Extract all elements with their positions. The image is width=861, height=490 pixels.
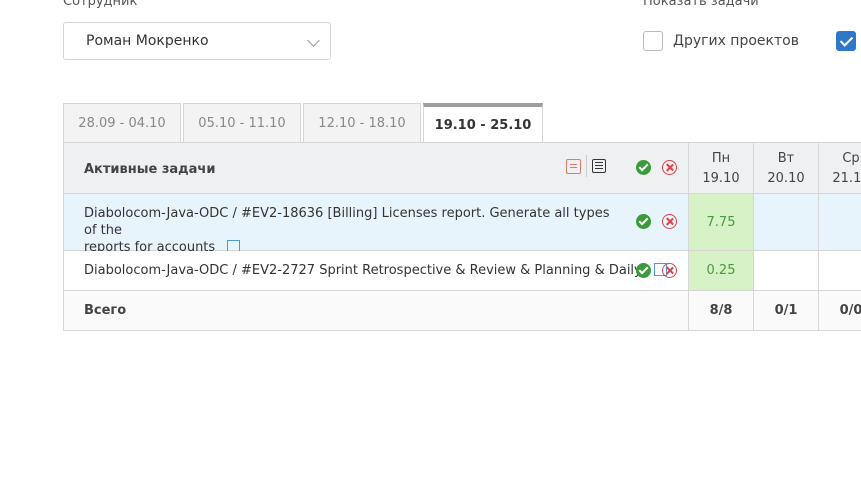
employee-label: Сотрудник — [63, 0, 138, 9]
day-name: Вт — [777, 150, 795, 166]
table-row: Diabolocom-Java-ODC / #EV2-18636 [Billin… — [63, 194, 861, 255]
total-value: 0/0 — [839, 303, 861, 318]
table-header: Активные задачи Пн 19.10 Вт 20.10 Ср 21.… — [63, 142, 861, 194]
active-tasks-title: Активные задачи — [84, 162, 216, 177]
check-icon[interactable] — [636, 214, 651, 229]
check-all-icon[interactable] — [636, 160, 651, 175]
hours-value: 0.25 — [706, 263, 736, 278]
employee-select[interactable]: Роман Мокренко — [63, 22, 331, 60]
total-wed: 0/0 — [818, 291, 861, 330]
totals-row: Всего 8/8 0/1 0/0 — [63, 291, 861, 331]
day-header-mon: Пн 19.10 — [688, 143, 753, 193]
day-date: 21.10 — [832, 170, 861, 186]
check-icon[interactable] — [636, 263, 651, 278]
second-checkbox-checked[interactable] — [836, 31, 856, 51]
hours-cell-tue[interactable] — [753, 251, 818, 290]
employee-select-value: Роман Мокренко — [86, 33, 209, 49]
hours-cell-tue[interactable] — [753, 194, 818, 250]
day-header-tue: Вт 20.10 — [753, 143, 818, 193]
task-title[interactable]: Diabolocom-Java-ODC / #EV2-2727 Sprint R… — [84, 262, 667, 279]
collapse-icon[interactable] — [566, 159, 581, 174]
task-title-line1: Diabolocom-Java-ODC / #EV2-18636 [Billin… — [84, 206, 610, 238]
cancel-all-icon[interactable] — [662, 160, 677, 175]
other-projects-checkbox[interactable] — [643, 31, 663, 51]
tab-week-3[interactable]: 12.10 - 18.10 — [303, 103, 421, 143]
day-header-wed: Ср 21.10 — [818, 143, 861, 193]
task-title[interactable]: Diabolocom-Java-ODC / #EV2-18636 [Billin… — [84, 205, 624, 256]
cancel-icon[interactable] — [662, 214, 677, 229]
divider — [586, 155, 587, 177]
list-icon[interactable] — [592, 159, 606, 173]
total-tue: 0/1 — [753, 291, 818, 330]
timesheet-table: Активные задачи Пн 19.10 Вт 20.10 Ср 21.… — [63, 142, 861, 331]
chevron-down-icon — [307, 34, 320, 47]
hours-cell-mon[interactable]: 7.75 — [688, 194, 753, 250]
other-projects-label: Других проектов — [673, 33, 799, 49]
day-date: 19.10 — [702, 170, 740, 186]
hours-cell-wed[interactable] — [818, 194, 861, 250]
day-date: 20.10 — [767, 170, 805, 186]
total-mon: 8/8 — [688, 291, 753, 330]
tab-week-1[interactable]: 28.09 - 04.10 — [63, 103, 181, 143]
hours-cell-wed[interactable] — [818, 251, 861, 290]
hours-cell-mon[interactable]: 0.25 — [688, 251, 753, 290]
cancel-icon[interactable] — [662, 263, 677, 278]
day-name: Ср — [842, 150, 860, 166]
hours-value: 7.75 — [706, 214, 736, 230]
total-label: Всего — [84, 303, 127, 318]
total-value: 0/1 — [774, 303, 798, 318]
total-value: 8/8 — [709, 303, 733, 318]
tab-week-2[interactable]: 05.10 - 11.10 — [183, 103, 301, 143]
tab-week-4-active[interactable]: 19.10 - 25.10 — [423, 103, 543, 143]
day-name: Пн — [711, 150, 731, 166]
task-title-line1: Diabolocom-Java-ODC / #EV2-2727 Sprint R… — [84, 263, 642, 278]
show-tasks-label: Показать задачи — [643, 0, 759, 9]
table-row: Diabolocom-Java-ODC / #EV2-2727 Sprint R… — [63, 251, 861, 291]
